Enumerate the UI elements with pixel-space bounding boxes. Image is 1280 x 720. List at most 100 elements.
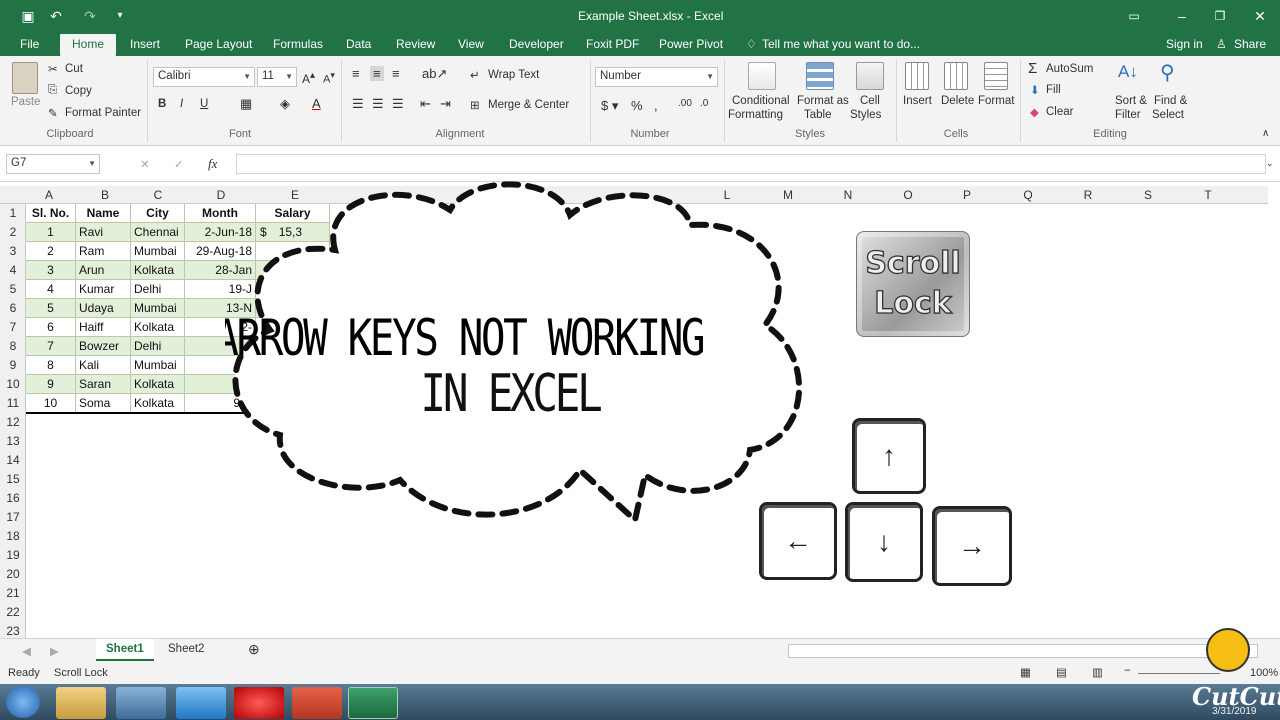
row-header[interactable]: 23 [0, 624, 26, 638]
tab-view[interactable]: View [458, 37, 484, 51]
row-header[interactable]: 8 [0, 339, 26, 353]
tab-formulas[interactable]: Formulas [273, 37, 323, 51]
tab-home[interactable]: Home [60, 34, 117, 56]
table-cell[interactable]: Soma [76, 394, 131, 413]
cell-styles-button[interactable]: Cell [860, 95, 880, 107]
row-header[interactable]: 9 [0, 358, 26, 372]
next-sheet-icon[interactable]: ▶ [50, 644, 59, 658]
bold-icon[interactable]: B [158, 98, 166, 110]
sort-filter-button[interactable]: Sort & [1115, 95, 1147, 107]
column-header[interactable]: B [90, 188, 120, 202]
row-header[interactable]: 5 [0, 282, 26, 296]
delete-cells-icon[interactable] [944, 62, 968, 90]
column-header[interactable]: P [952, 188, 982, 202]
borders-icon[interactable]: ▦ [240, 96, 252, 112]
copy-icon[interactable]: ⎘ [48, 84, 57, 97]
table-header-cell[interactable]: Name [76, 204, 131, 223]
font-color-icon[interactable]: A [312, 96, 321, 111]
formula-input[interactable] [236, 154, 1266, 174]
table-cell[interactable]: Arun [76, 261, 131, 280]
row-header[interactable]: 14 [0, 453, 26, 467]
column-header[interactable]: C [143, 188, 173, 202]
table-cell[interactable]: 10 [26, 394, 76, 413]
add-sheet-icon[interactable]: ⊕ [248, 641, 260, 658]
table-cell[interactable]: Saran [76, 375, 131, 394]
table-cell[interactable]: 7 [26, 337, 76, 356]
row-header[interactable]: 19 [0, 548, 26, 562]
row-header[interactable]: 4 [0, 263, 26, 277]
ribbon-display-icon[interactable]: ▭ [1124, 6, 1144, 26]
row-header[interactable]: 7 [0, 320, 26, 334]
column-header[interactable]: S [1133, 188, 1163, 202]
row-header[interactable]: 21 [0, 586, 26, 600]
close-button[interactable]: ✕ [1250, 6, 1270, 26]
conditional-formatting-button[interactable]: Conditional [732, 95, 790, 107]
redo-icon[interactable]: ↷ [80, 6, 100, 26]
fill-button[interactable]: Fill [1046, 84, 1061, 96]
restore-button[interactable]: ❐ [1210, 6, 1230, 26]
tab-power-pivot[interactable]: Power Pivot [659, 37, 723, 51]
increase-indent-icon[interactable]: ⇥ [440, 96, 451, 112]
table-cell[interactable]: Delhi [131, 280, 185, 299]
sign-in-link[interactable]: Sign in [1166, 37, 1203, 51]
row-header[interactable]: 11 [0, 396, 26, 410]
align-top-icon[interactable]: ≡ [352, 66, 360, 81]
row-header[interactable]: 18 [0, 529, 26, 543]
comma-icon[interactable]: , [654, 98, 658, 113]
format-painter-button[interactable]: Format Painter [65, 107, 141, 119]
powerpoint-icon[interactable] [292, 687, 342, 719]
excel-icon[interactable] [348, 687, 398, 719]
row-header[interactable]: 2 [0, 225, 26, 239]
table-cell[interactable]: 1 [26, 223, 76, 242]
enter-icon[interactable]: ✓ [174, 157, 184, 171]
tab-foxit-pdf[interactable]: Foxit PDF [586, 37, 639, 51]
save-icon[interactable]: ▣ [18, 6, 38, 26]
sheet-tab-sheet1[interactable]: Sheet1 [96, 639, 154, 661]
tab-review[interactable]: Review [396, 37, 435, 51]
sheet-tab-sheet2[interactable]: Sheet2 [168, 643, 204, 655]
zoom-level[interactable]: 100% [1250, 667, 1278, 679]
table-cell[interactable]: Chennai [131, 223, 185, 242]
table-cell[interactable]: Kolkata [131, 318, 185, 337]
row-header[interactable]: 17 [0, 510, 26, 524]
expand-formula-icon[interactable]: ⌄ [1266, 158, 1274, 169]
table-cell[interactable]: 9 [26, 375, 76, 394]
opera-icon[interactable] [234, 687, 284, 719]
find-select-button[interactable]: Find & [1154, 95, 1187, 107]
table-cell[interactable]: 8 [26, 356, 76, 375]
column-header[interactable]: Q [1013, 188, 1043, 202]
zoom-slider[interactable] [1138, 673, 1220, 674]
name-box[interactable]: G7 ▼ [6, 154, 100, 174]
customize-qat-icon[interactable]: ▾ [110, 6, 130, 26]
font-name-select[interactable]: Calibri ▼ [153, 67, 255, 87]
grow-font-icon[interactable]: A▴ [302, 70, 315, 86]
share-button[interactable]: Share [1234, 37, 1266, 51]
horizontal-scrollbar[interactable] [788, 644, 1258, 658]
row-header[interactable]: 13 [0, 434, 26, 448]
currency-icon[interactable]: $ ▾ [601, 98, 618, 114]
align-bottom-icon[interactable]: ≡ [392, 66, 400, 81]
tab-insert[interactable]: Insert [130, 37, 160, 51]
fill-color-icon[interactable]: ◈ [280, 96, 290, 112]
zoom-out-icon[interactable]: − [1124, 665, 1131, 677]
table-cell[interactable]: Mumbai [131, 242, 185, 261]
format-cells-button[interactable]: Format [978, 95, 1014, 107]
table-cell[interactable]: 6 [26, 318, 76, 337]
merge-center-button[interactable]: Merge & Center [488, 99, 569, 111]
row-header[interactable]: 15 [0, 472, 26, 486]
internet-explorer-icon[interactable] [176, 687, 226, 719]
insert-function-icon[interactable]: fx [208, 156, 217, 172]
row-header[interactable]: 3 [0, 244, 26, 258]
wrap-text-button[interactable]: Wrap Text [488, 69, 539, 81]
normal-view-icon[interactable]: ▦ [1020, 665, 1031, 679]
row-header[interactable]: 12 [0, 415, 26, 429]
table-cell[interactable]: 5 [26, 299, 76, 318]
underline-icon[interactable]: U [200, 98, 208, 110]
find-select-icon[interactable]: ⚲ [1160, 60, 1175, 85]
table-cell[interactable]: 4 [26, 280, 76, 299]
media-player-icon[interactable] [116, 687, 166, 719]
table-header-cell[interactable]: Sl. No. [26, 204, 76, 223]
cancel-icon[interactable]: ✕ [140, 157, 150, 171]
prev-sheet-icon[interactable]: ◀ [22, 644, 31, 658]
tab-data[interactable]: Data [346, 37, 371, 51]
